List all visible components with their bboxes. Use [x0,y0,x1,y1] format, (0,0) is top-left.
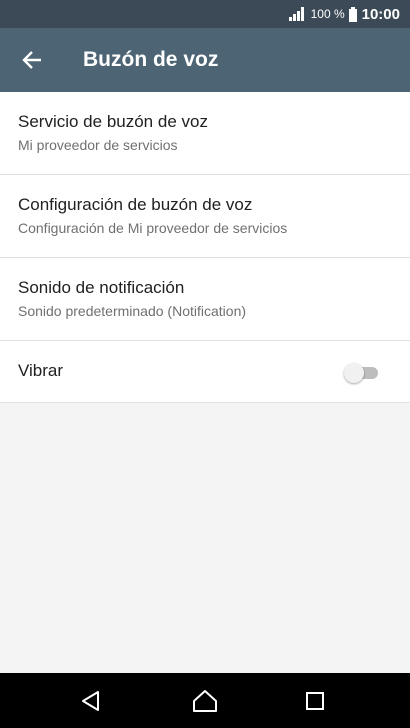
item-subtitle: Sonido predeterminado (Notification) [18,303,247,319]
item-title: Vibrar [18,361,64,380]
nav-home-button[interactable] [191,687,219,715]
battery-icon [348,6,357,22]
home-icon [193,690,217,712]
voicemail-settings-screen: 100 % 10:00 Buzón de voz Servicio de buz… [0,0,410,728]
item-title: Servicio de buzón de voz [18,112,208,131]
item-title: Configuración de buzón de voz [18,195,253,214]
toggle-thumb [344,363,364,383]
nav-recent-button[interactable] [301,687,329,715]
voicemail-config-item[interactable]: Configuración de buzón de voz Configurac… [0,175,410,258]
item-subtitle: Configuración de Mi proveedor de servici… [18,220,288,236]
square-recent-icon [306,692,324,710]
vibrate-toggle[interactable] [344,363,380,383]
page-title: Buzón de voz [83,48,219,71]
nav-back-button[interactable] [77,687,105,715]
battery-percent: 100 % [310,7,345,21]
status-indicators: 100 % 10:00 [288,0,400,28]
voicemail-service-item[interactable]: Servicio de buzón de voz Mi proveedor de… [0,92,410,175]
notification-sound-item[interactable]: Sonido de notificación Sonido predetermi… [0,258,410,341]
settings-list: Servicio de buzón de voz Mi proveedor de… [0,92,410,403]
item-title: Sonido de notificación [18,278,185,297]
clock: 10:00 [361,5,400,23]
app-bar: Buzón de voz [0,28,410,92]
status-bar: 100 % 10:00 [0,0,410,28]
arrow-left-icon [22,51,41,69]
back-button[interactable] [16,44,48,76]
navigation-bar [0,673,410,728]
item-subtitle: Mi proveedor de servicios [18,137,178,153]
vibrate-item[interactable]: Vibrar [0,341,410,403]
triangle-back-icon [82,691,99,711]
cell-signal-icon [288,7,304,21]
